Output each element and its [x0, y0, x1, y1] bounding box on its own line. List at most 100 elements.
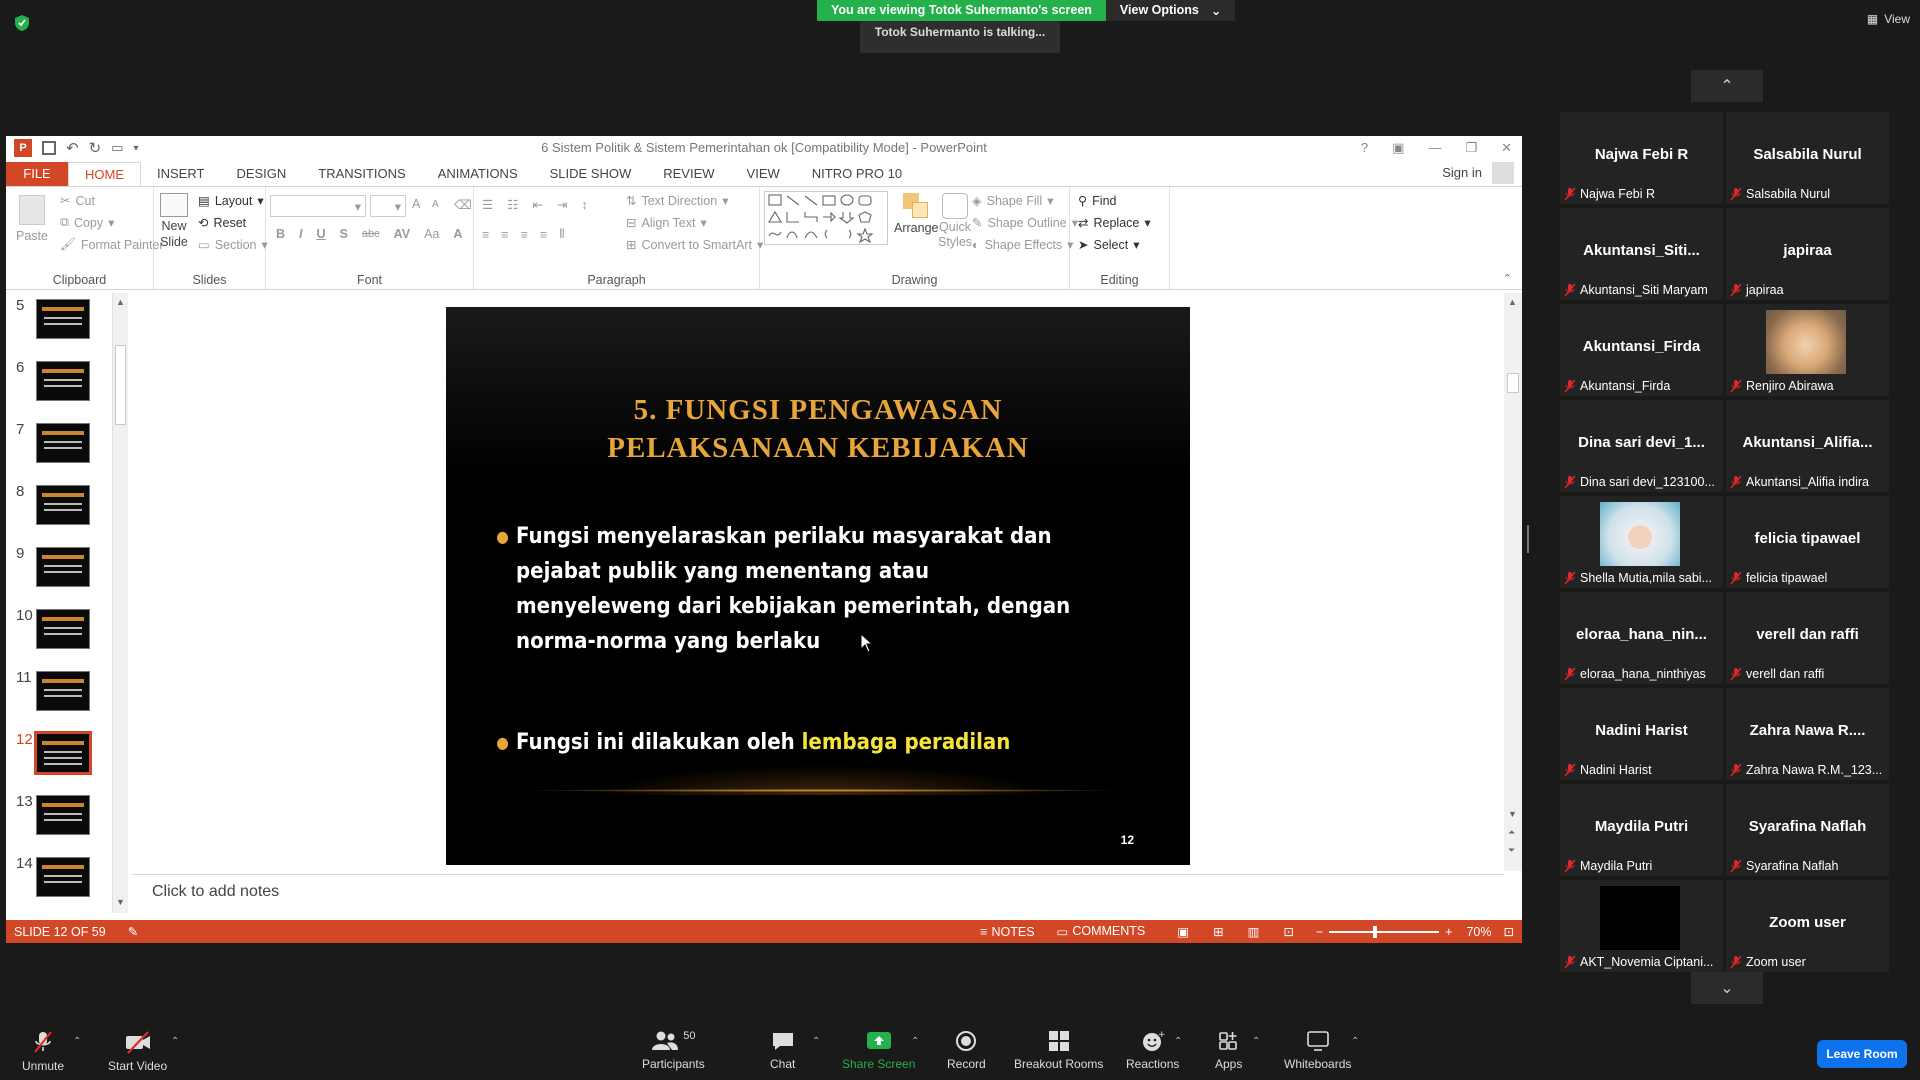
format-painter-button[interactable]: 🖌 Format Painter — [60, 237, 164, 252]
current-slide[interactable]: 5. FUNGSI PENGAWASAN PELAKSANAAN KEBIJAK… — [446, 307, 1190, 865]
bullets-icon[interactable]: ☰ — [482, 197, 493, 212]
scroll-down-icon[interactable]: ▼ — [1508, 809, 1517, 819]
participant-tile[interactable]: Syarafina Naflah Syarafina Naflah — [1726, 784, 1889, 876]
cut-button[interactable]: ✂ Cut — [60, 193, 95, 209]
breakout-rooms-button[interactable]: Breakout Rooms — [1014, 1030, 1103, 1071]
previous-slide-icon[interactable]: ⏶ — [1508, 827, 1515, 838]
participant-tile[interactable]: Nadini Harist Nadini Harist — [1560, 688, 1723, 780]
bold-button[interactable]: B — [276, 227, 285, 241]
copy-button[interactable]: ⧉ Copy ▾ — [60, 215, 114, 230]
slide-thumbnail[interactable] — [36, 857, 90, 897]
undo-icon[interactable]: ↶ — [66, 139, 79, 157]
fit-to-window-icon[interactable]: ⊡ — [1504, 924, 1514, 939]
gallery-page-up-button[interactable]: ⌃ — [1691, 70, 1763, 102]
layout-button[interactable]: ▤ Layout ▾ — [198, 193, 264, 209]
slide-bullet-1[interactable]: ● Fungsi menyelaraskan perilaku masyarak… — [496, 519, 1074, 659]
spell-check-icon[interactable]: ✎ — [128, 924, 138, 939]
help-button[interactable]: ? — [1361, 140, 1368, 156]
new-slide-button[interactable]: New Slide — [160, 193, 188, 249]
clear-formatting-icon[interactable]: ⌫ — [454, 197, 472, 212]
whiteboards-button[interactable]: Whiteboards — [1284, 1030, 1351, 1071]
participant-tile[interactable]: eloraa_hana_nin... eloraa_hana_ninthiyas — [1560, 592, 1723, 684]
gallery-page-down-button[interactable]: ⌄ — [1691, 972, 1763, 1004]
font-color-button[interactable]: A — [453, 227, 462, 241]
normal-view-icon[interactable]: ▣ — [1177, 924, 1189, 939]
participant-tile[interactable]: Shella Mutia,mila sabi... — [1560, 496, 1723, 588]
slide-scrollbar[interactable]: ▲ ▼ ⏶ ⏷ — [1504, 293, 1522, 871]
start-from-beginning-icon[interactable]: ▭ — [111, 140, 123, 156]
grow-font-button[interactable]: A — [412, 197, 420, 211]
zoom-level[interactable]: 70% — [1466, 925, 1491, 939]
scrollbar-thumb[interactable] — [1507, 373, 1519, 393]
tab-nitro[interactable]: NITRO PRO 10 — [796, 162, 918, 186]
ribbon-display-icon[interactable]: ▣ — [1392, 140, 1404, 156]
slide-title[interactable]: 5. FUNGSI PENGAWASAN PELAKSANAAN KEBIJAK… — [446, 391, 1190, 467]
align-left-icon[interactable]: ≡ — [482, 228, 489, 242]
italic-button[interactable]: I — [299, 227, 302, 241]
participant-tile[interactable]: AKT_Novemia Ciptani... — [1560, 880, 1723, 972]
participant-tile[interactable]: Dina sari devi_1... Dina sari devi_123100… — [1560, 400, 1723, 492]
tab-review[interactable]: REVIEW — [647, 162, 730, 186]
numbering-icon[interactable]: ☷ — [507, 197, 518, 212]
chat-options-caret-icon[interactable]: ⌃ — [812, 1036, 820, 1047]
notes-pane[interactable]: Click to add notes — [132, 874, 1504, 908]
minimize-button[interactable]: — — [1428, 140, 1441, 156]
comments-button[interactable]: ▭ COMMENTS — [1057, 924, 1146, 939]
zoom-out-button[interactable]: − — [1316, 925, 1323, 939]
slide-sorter-icon[interactable]: ⊞ — [1213, 924, 1223, 939]
arrange-button[interactable]: Arrange — [894, 193, 938, 235]
record-button[interactable]: Record — [947, 1030, 986, 1071]
start-video-button[interactable]: Start Video — [108, 1030, 167, 1073]
quick-styles-button[interactable]: Quick Styles — [938, 193, 972, 249]
convert-smartart-button[interactable]: ⊞ Convert to SmartArt ▾ — [626, 237, 763, 253]
save-icon[interactable] — [42, 141, 56, 155]
tab-home[interactable]: HOME — [68, 162, 141, 186]
reactions-button[interactable]: + Reactions — [1126, 1030, 1179, 1071]
section-button[interactable]: ▭ Section ▾ — [198, 237, 268, 253]
notes-button[interactable]: ≡ NOTES — [980, 925, 1034, 939]
thumbnails-scrollbar[interactable]: ▲ ▼ — [112, 293, 128, 913]
justify-icon[interactable]: ≡ — [540, 228, 547, 242]
shape-fill-button[interactable]: ◈ Shape Fill ▾ — [972, 193, 1054, 209]
reset-button[interactable]: ⟲ Reset — [198, 215, 246, 231]
tab-slide-show[interactable]: SLIDE SHOW — [534, 162, 648, 186]
columns-icon[interactable]: ⫴ — [559, 227, 564, 242]
paste-button[interactable]: Paste — [16, 195, 48, 243]
slideshow-view-icon[interactable]: ⊡ — [1283, 924, 1293, 939]
zoom-in-button[interactable]: + — [1445, 925, 1452, 939]
share-screen-button[interactable]: Share Screen — [842, 1030, 915, 1071]
close-button[interactable]: ✕ — [1501, 140, 1512, 156]
shrink-font-button[interactable]: A — [432, 199, 439, 210]
align-text-button[interactable]: ⊟ Align Text ▾ — [626, 215, 707, 231]
tab-animations[interactable]: ANIMATIONS — [422, 162, 534, 186]
apps-options-caret-icon[interactable]: ⌃ — [1252, 1036, 1260, 1047]
slide-bullet-2[interactable]: ● Fungsi ini dilakukan oleh lembaga pera… — [496, 725, 1074, 760]
font-name-select[interactable]: ▾ — [270, 195, 366, 217]
text-direction-button[interactable]: ⇅ Text Direction ▾ — [626, 193, 729, 209]
tab-transitions[interactable]: TRANSITIONS — [302, 162, 421, 186]
underline-button[interactable]: U — [317, 227, 326, 241]
view-button[interactable]: ▦ View — [1867, 12, 1910, 26]
participant-tile[interactable]: Zoom user Zoom user — [1726, 880, 1889, 972]
align-center-icon[interactable]: ≡ — [501, 228, 508, 242]
shield-icon[interactable] — [14, 14, 30, 32]
tab-design[interactable]: DESIGN — [220, 162, 302, 186]
participant-tile[interactable]: Salsabila Nurul Salsabila Nurul — [1726, 112, 1889, 204]
participants-button[interactable]: 50 Participants — [642, 1030, 705, 1071]
participant-tile[interactable]: japiraa japiraa — [1726, 208, 1889, 300]
slide-thumbnail[interactable] — [36, 423, 90, 463]
whiteboards-options-caret-icon[interactable]: ⌃ — [1351, 1036, 1359, 1047]
change-case-button[interactable]: Aa — [424, 227, 439, 241]
leave-room-button[interactable]: Leave Room — [1817, 1040, 1907, 1068]
align-right-icon[interactable]: ≡ — [521, 228, 528, 242]
reactions-options-caret-icon[interactable]: ⌃ — [1174, 1036, 1182, 1047]
shadow-button[interactable]: S — [340, 227, 348, 241]
slide-thumbnail[interactable] — [36, 299, 90, 339]
shape-outline-button[interactable]: ✎ Shape Outline ▾ — [972, 215, 1078, 231]
shapes-gallery[interactable] — [764, 191, 888, 245]
participant-tile[interactable]: Akuntansi_Alifia... Akuntansi_Alifia indi… — [1726, 400, 1889, 492]
scroll-up-icon[interactable]: ▲ — [1508, 297, 1517, 307]
participant-tile[interactable]: Akuntansi_Firda Akuntansi_Firda — [1560, 304, 1723, 396]
sign-in-link[interactable]: Sign in — [1442, 165, 1482, 180]
slide-thumbnail[interactable] — [36, 547, 90, 587]
